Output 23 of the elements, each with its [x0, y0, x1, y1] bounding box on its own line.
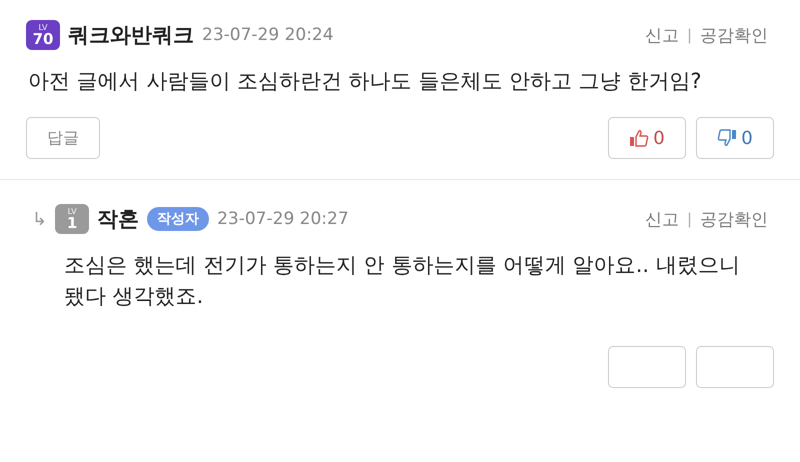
reply-button[interactable]: 답글 — [26, 117, 100, 159]
thumbs-up-icon — [629, 129, 650, 147]
dislike-button[interactable]: 0 — [696, 117, 774, 159]
likes-link[interactable]: 공감확인 — [700, 208, 768, 230]
author-name: 작혼 — [97, 206, 140, 233]
comment-time: 23-07-29 20:27 — [217, 209, 349, 229]
likes-link[interactable]: 공감확인 — [700, 24, 768, 46]
separator: | — [686, 26, 692, 44]
separator: | — [686, 210, 692, 228]
like-button[interactable]: 0 — [608, 117, 686, 159]
reply-arrow: ↳ — [32, 208, 48, 230]
level-badge: LV 70 — [26, 20, 60, 50]
thumbs-down-icon — [717, 129, 738, 147]
level-badge: LV 1 — [55, 204, 90, 234]
author-name: 쿼크와반쿼크 — [68, 22, 194, 49]
dislike-button[interactable] — [696, 346, 774, 388]
like-button[interactable] — [608, 346, 686, 388]
author-tag: 작성자 — [147, 207, 210, 231]
comment-text: 아전 글에서 사람들이 조심하란건 하나도 들은체도 안하고 그냥 한거임? — [28, 68, 703, 95]
report-link[interactable]: 신고 — [644, 208, 679, 230]
report-link[interactable]: 신고 — [644, 24, 679, 46]
comment-time: 23-07-29 20:24 — [202, 25, 334, 45]
comment-text: 조심은 했는데 전기가 통하는지 안 통하는지를 어떻게 알아요.. 내렸으니 됐다 생각했죠. — [64, 252, 741, 310]
